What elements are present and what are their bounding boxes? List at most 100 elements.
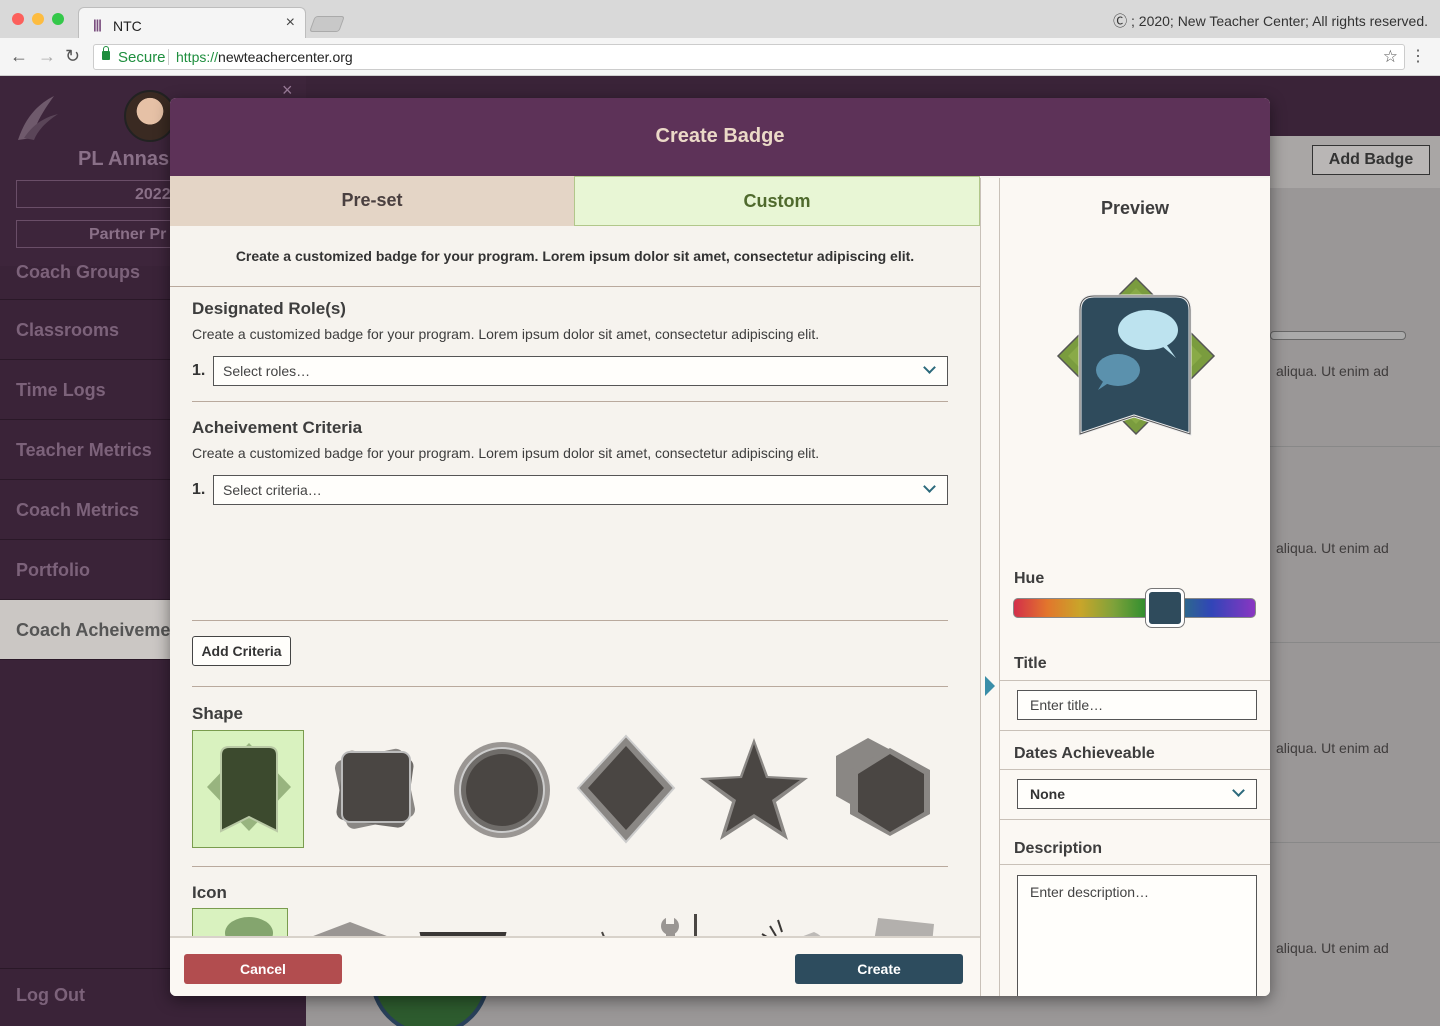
tools-icon bbox=[661, 914, 697, 936]
background-row-text: aliqua. Ut enim ad bbox=[1276, 740, 1389, 756]
new-tab-button[interactable] bbox=[309, 16, 345, 32]
add-criteria-button[interactable]: Add Criteria bbox=[192, 636, 291, 666]
icon-option-whistle[interactable] bbox=[748, 908, 844, 936]
ntc-logo-icon bbox=[18, 96, 58, 140]
description-textarea[interactable]: Enter description… bbox=[1017, 875, 1257, 996]
reload-icon[interactable]: ↻ bbox=[65, 46, 80, 67]
title-input[interactable]: Enter title… bbox=[1017, 690, 1257, 720]
form-intro: Create a customized badge for your progr… bbox=[235, 248, 915, 264]
add-badge-label: Add Badge bbox=[1328, 151, 1414, 168]
browser-menu-icon[interactable]: ⋮ bbox=[1410, 46, 1426, 66]
chevron-down-icon bbox=[1232, 784, 1245, 797]
roles-description: Create a customized badge for your progr… bbox=[192, 326, 820, 342]
roles-select[interactable]: Select roles… bbox=[213, 356, 948, 386]
whistle-icon bbox=[761, 919, 821, 936]
browser-toolbar: ← → ↻ Secure https://newteachercenter.or… bbox=[0, 38, 1440, 76]
icon-title: Icon bbox=[192, 883, 227, 902]
icon-option-safety-goggles[interactable] bbox=[414, 908, 510, 936]
year-value: 2022 bbox=[135, 186, 171, 203]
tab-title: NTC bbox=[113, 18, 142, 34]
criteria-title: Acheivement Criteria bbox=[192, 418, 363, 437]
icon-option-graduation-cap[interactable] bbox=[302, 908, 398, 936]
hexagon-shape-icon bbox=[836, 738, 930, 836]
tab-custom-label: Custom bbox=[743, 191, 811, 211]
background-row-text: aliqua. Ut enim ad bbox=[1276, 540, 1389, 556]
create-badge-modal: Create Badge Pre-set Custom Create a cus… bbox=[170, 98, 1270, 996]
divider bbox=[1000, 769, 1270, 770]
divider bbox=[1000, 680, 1270, 681]
divider bbox=[1000, 730, 1270, 731]
badge-preview-icon bbox=[1056, 276, 1216, 437]
address-bar[interactable]: Secure https://newteachercenter.org ☆ bbox=[93, 44, 1405, 70]
minimize-window-button[interactable] bbox=[32, 13, 44, 25]
cancel-button[interactable]: Cancel bbox=[184, 954, 342, 984]
sidebar-item-label: Coach Groups bbox=[16, 262, 141, 282]
collapse-arrow-icon[interactable] bbox=[985, 676, 995, 696]
dates-select[interactable]: None bbox=[1017, 779, 1257, 809]
divider bbox=[192, 686, 948, 687]
browser-titlebar: ||| NTC × Ⓒ ; 2020; New Teacher Center; … bbox=[0, 0, 1440, 39]
bookmark-star-icon[interactable]: ☆ bbox=[1383, 47, 1398, 67]
secure-label: Secure bbox=[118, 49, 166, 66]
icon-option-tools[interactable] bbox=[636, 908, 732, 936]
sidebar-item-label: Time Logs bbox=[16, 380, 106, 400]
shape-option-hexagon[interactable] bbox=[822, 730, 934, 848]
ntc-favicon-icon: ||| bbox=[93, 17, 102, 32]
document-icon bbox=[874, 918, 934, 936]
tab-close-icon[interactable]: × bbox=[286, 14, 295, 32]
user-name: PL Annas bbox=[78, 148, 170, 170]
sidebar-item-label: Portfolio bbox=[16, 560, 90, 580]
url-scheme: https:// bbox=[176, 49, 219, 65]
icon-option-eyeglasses[interactable] bbox=[528, 908, 624, 936]
close-window-button[interactable] bbox=[12, 13, 24, 25]
background-row-divider bbox=[1270, 642, 1440, 643]
criteria-select[interactable]: Select criteria… bbox=[213, 475, 948, 505]
chevron-down-icon bbox=[923, 361, 936, 374]
shape-option-ribbon[interactable] bbox=[192, 730, 304, 848]
add-badge-button[interactable]: Add Badge bbox=[1312, 145, 1430, 175]
roles-select-placeholder: Select roles… bbox=[223, 363, 311, 379]
lock-icon bbox=[102, 46, 110, 60]
hue-label: Hue bbox=[1014, 570, 1045, 587]
graduation-cap-icon bbox=[313, 922, 387, 936]
forward-arrow-icon[interactable]: → bbox=[38, 46, 56, 67]
background-row-text: aliqua. Ut enim ad bbox=[1276, 940, 1389, 956]
create-button[interactable]: Create bbox=[795, 954, 963, 984]
tab-custom[interactable]: Custom bbox=[574, 176, 980, 226]
shape-option-circle[interactable] bbox=[444, 730, 556, 848]
modal-header: Create Badge bbox=[170, 98, 1270, 176]
sidebar-item-label: Classrooms bbox=[16, 320, 120, 340]
icon-option-speech-bubbles[interactable] bbox=[192, 908, 288, 936]
diamond-shape-icon bbox=[576, 734, 676, 844]
tab-preset[interactable]: Pre-set bbox=[170, 176, 574, 226]
shape-option-diamond[interactable] bbox=[570, 730, 682, 848]
hue-slider-thumb[interactable] bbox=[1146, 589, 1184, 627]
divider bbox=[192, 401, 948, 402]
hue-slider-track[interactable] bbox=[1013, 598, 1256, 618]
ribbon-shape-icon bbox=[207, 743, 291, 833]
background-row-text: aliqua. Ut enim ad bbox=[1276, 363, 1389, 379]
background-row-divider bbox=[1270, 842, 1440, 843]
icon-option-document[interactable] bbox=[856, 908, 952, 936]
maximize-window-button[interactable] bbox=[52, 13, 64, 25]
circle-shape-icon bbox=[454, 742, 550, 838]
address-separator bbox=[168, 49, 169, 65]
preview-panel: Preview Hue Title Enter title… Dates Ach… bbox=[1000, 178, 1270, 996]
modal-title: Create Badge bbox=[655, 125, 785, 147]
title-input-placeholder: Enter title… bbox=[1030, 697, 1104, 713]
roles-title: Designated Role(s) bbox=[192, 299, 346, 318]
shape-option-square[interactable] bbox=[318, 730, 430, 848]
criteria-number: 1. bbox=[192, 481, 206, 498]
background-row-divider bbox=[1270, 446, 1440, 447]
panel-divider bbox=[980, 178, 1000, 996]
criteria-description: Create a customized badge for your progr… bbox=[192, 445, 820, 461]
divider bbox=[1000, 864, 1270, 865]
copyright-text: Ⓒ ; 2020; New Teacher Center; All rights… bbox=[1113, 13, 1428, 29]
shape-option-star[interactable] bbox=[696, 730, 808, 848]
avatar[interactable] bbox=[124, 90, 176, 142]
create-label: Create bbox=[857, 961, 901, 977]
speech-bubbles-icon bbox=[225, 917, 273, 936]
divider bbox=[170, 286, 980, 287]
back-arrow-icon[interactable]: ← bbox=[10, 46, 28, 67]
browser-tab[interactable]: ||| NTC × bbox=[78, 7, 306, 39]
